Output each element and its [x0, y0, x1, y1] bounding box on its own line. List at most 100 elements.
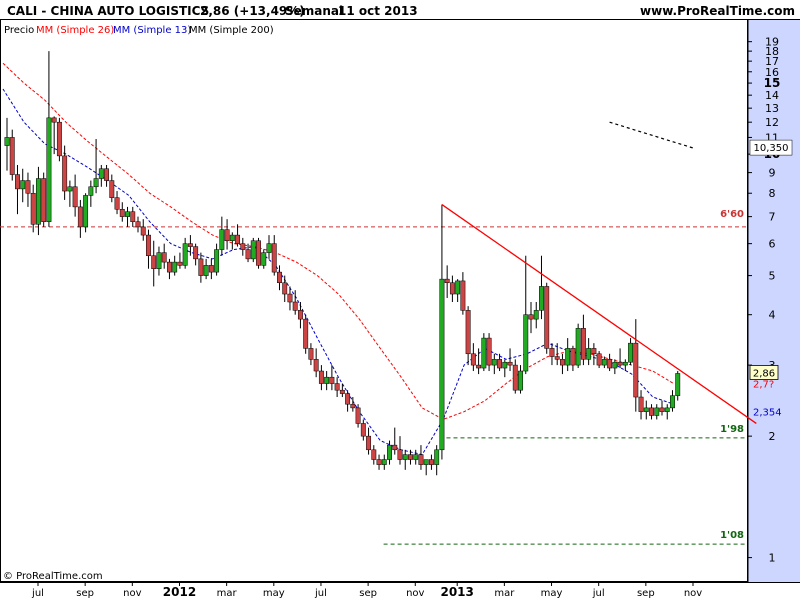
candle-body: [591, 348, 597, 355]
candle-body: [114, 197, 120, 210]
candle-body: [497, 359, 503, 369]
candle-body: [376, 459, 382, 465]
candle-body: [303, 318, 309, 349]
legend: Precio MM (Simple 26) MM (Simple 13) MM …: [4, 25, 274, 36]
legend-mm26: MM (Simple 26): [36, 25, 114, 36]
sma-price-label: 2,7?: [753, 380, 774, 391]
target-price-label: 10,350: [754, 143, 789, 154]
candle-body: [423, 459, 429, 465]
candle-body: [240, 243, 246, 250]
legend-mm13: MM (Simple 13): [113, 25, 191, 36]
candle: [9, 129, 15, 181]
x-tick-label: 2012: [163, 585, 196, 599]
copyright-text: © ProRealTime.com: [3, 571, 103, 582]
y-tick-label: 12: [765, 116, 779, 129]
candle-body: [544, 286, 550, 349]
candle-body: [193, 246, 199, 260]
period-label: Semanal: [285, 4, 343, 18]
candle-body: [617, 361, 623, 366]
price-chart: CALI - CHINA AUTO LOGISTICS 2,86 (+13,49…: [0, 0, 800, 600]
y-tick-label: 8: [769, 187, 776, 200]
candle: [83, 193, 89, 233]
candle-body: [523, 314, 529, 372]
candle-body: [292, 301, 298, 311]
candle-body: [533, 310, 539, 320]
candle-body: [607, 359, 613, 369]
candle-body: [355, 407, 361, 424]
candle-body: [214, 249, 220, 273]
x-tick-label: jul: [592, 588, 605, 599]
candle-body: [449, 282, 455, 295]
y-tick-label: 4: [769, 309, 776, 322]
candle-body: [93, 178, 99, 188]
candle-body: [25, 180, 31, 194]
candle-body: [518, 370, 523, 391]
x-tick-label: sep: [359, 588, 377, 599]
chart-root: CALI - CHINA AUTO LOGISTICS 2,86 (+13,49…: [0, 0, 800, 600]
candle-body: [664, 407, 670, 412]
last-price-label: 2,86: [753, 368, 775, 379]
candle-body: [428, 459, 434, 465]
candle-body: [9, 137, 15, 175]
candle-body: [371, 449, 377, 460]
candle-body: [297, 310, 303, 320]
candle-body: [470, 353, 476, 366]
candle-body: [649, 407, 654, 416]
candle-body: [15, 174, 20, 190]
candle-body: [444, 278, 450, 283]
y-tick-label: 6: [769, 238, 776, 251]
candle: [256, 237, 261, 269]
candle-body: [56, 121, 62, 157]
candle-body: [413, 454, 419, 460]
candle-body: [187, 243, 193, 247]
candle-body: [104, 168, 110, 181]
header-bar: CALI - CHINA AUTO LOGISTICS 2,86 (+13,49…: [0, 0, 800, 20]
candle: [41, 172, 47, 227]
candle-body: [151, 255, 157, 269]
candle-body: [434, 449, 440, 465]
candle-body: [408, 454, 413, 460]
candle-body: [580, 328, 586, 360]
candle-body: [256, 240, 261, 266]
candle-body: [119, 209, 125, 217]
candle-body: [334, 383, 340, 391]
candle-body: [612, 361, 618, 369]
candle-body: [439, 278, 445, 451]
candle-body: [643, 407, 649, 412]
legend-mm200: MM (Simple 200): [189, 25, 274, 36]
candle-body: [675, 373, 681, 396]
sma-price-label: 2,354: [753, 408, 782, 419]
x-tick-label: nov: [123, 588, 141, 599]
candle-body: [156, 252, 162, 269]
candle-body: [98, 168, 104, 179]
candle-body: [549, 348, 555, 357]
date-label: 11 oct 2013: [338, 4, 418, 18]
candle-body: [559, 359, 565, 366]
y-tick-label: 2: [769, 430, 776, 443]
candle-body: [502, 361, 508, 369]
candle-body: [125, 211, 130, 217]
candle-body: [465, 310, 471, 355]
candle-body: [329, 376, 335, 384]
candle-body: [622, 361, 628, 366]
candle-body: [308, 348, 314, 360]
candle-body: [229, 234, 235, 241]
candle-body: [539, 286, 544, 311]
candle-body: [460, 280, 466, 311]
resistance-label: 6'60: [720, 209, 744, 220]
candle-body: [51, 117, 57, 123]
candle-body: [659, 407, 665, 412]
candle-body: [628, 342, 634, 363]
candle-body: [166, 261, 172, 273]
candle-body: [565, 348, 571, 366]
candle-body: [77, 206, 83, 228]
candle-body: [387, 444, 392, 460]
candle-body: [83, 195, 89, 228]
candle-body: [67, 186, 73, 192]
candle-body: [261, 252, 267, 266]
candle-body: [633, 342, 639, 398]
x-tick-label: mar: [217, 588, 238, 599]
x-tick-label: 2013: [440, 585, 473, 599]
candle: [575, 323, 581, 369]
site-link[interactable]: www.ProRealTime.com: [640, 4, 795, 18]
